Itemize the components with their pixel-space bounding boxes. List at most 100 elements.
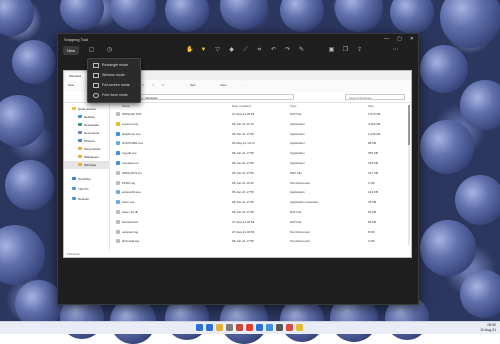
- table-row[interactable]: notepad.exe 05-Jun-21 17:55 Application 194…: [110, 159, 404, 167]
- minimize-button[interactable]: —: [384, 36, 389, 42]
- rectangle-mode-item[interactable]: Rectangle mode: [89, 60, 139, 70]
- table-row[interactable]: setupact.log 27-Sep-21 03:59 Text Document…: [110, 228, 404, 236]
- share-icon[interactable]: ⇪: [152, 83, 155, 87]
- file-date: 05-Jun-21 17:55: [232, 200, 254, 205]
- eraser-icon[interactable]: ◆: [228, 47, 235, 54]
- search-input[interactable]: Search Windows: [345, 94, 405, 100]
- free-form-icon: [93, 93, 99, 98]
- table-row[interactable]: bfsvc.exe 05-Jun-21 17:55 Application exte…: [110, 198, 404, 206]
- close-button[interactable]: ✕: [410, 36, 414, 42]
- nav-item[interactable]: Wallpapers: [64, 153, 109, 161]
- blueberry-image: [110, 0, 156, 30]
- file-type: Application: [290, 161, 305, 165]
- taskbar-app-icon[interactable]: [266, 324, 273, 331]
- view-command[interactable]: View: [220, 83, 226, 87]
- nav-item[interactable]: Documents: [64, 129, 109, 137]
- table-row[interactable]: HVMTHMR.exe 05-May-21 10:14 Application 98 …: [110, 139, 404, 147]
- file-icon: [116, 131, 120, 136]
- table-row[interactable]: splwow64.exe 05-Jun-21 17:55 Application 14…: [110, 188, 404, 196]
- folder-icon: [78, 123, 82, 126]
- new-snip-button[interactable]: New: [63, 46, 79, 55]
- file-date: 05-Jun-21 17:55: [232, 161, 254, 165]
- blueberry-image: [420, 220, 476, 276]
- copy-icon[interactable]: ❐: [342, 47, 349, 54]
- rename-icon[interactable]: ✎: [142, 83, 145, 87]
- file-name: bootstat.dat: [122, 219, 138, 224]
- snipping-toolbar: New ▢ ◷ ✋ ▼ ▽ ◆ ⟋ ⌗ ↶ ↷ ✎ ▣ ❐ ⇪ ⋯: [58, 45, 418, 57]
- nav-item[interactable]: Desktop: [64, 113, 109, 121]
- file-size: 8 KB: [368, 229, 375, 234]
- size-column-header[interactable]: Size: [368, 104, 374, 108]
- taskbar-app-icon[interactable]: [216, 324, 223, 331]
- scrollbar[interactable]: [408, 105, 410, 245]
- more-commands[interactable]: ...: [244, 83, 247, 87]
- taskbar-app-icon[interactable]: [206, 324, 213, 331]
- nav-item[interactable]: Quick access: [64, 105, 109, 113]
- scrollbar-thumb[interactable]: [408, 105, 410, 145]
- rectangle-icon: [93, 63, 99, 68]
- date-column-header[interactable]: Date modified: [232, 104, 251, 108]
- file-type: Application: [290, 190, 305, 195]
- taskbar-app-icon[interactable]: [296, 324, 303, 331]
- taskbar-app-icon[interactable]: [256, 324, 263, 331]
- blueberry-image: [455, 175, 500, 225]
- file-name: regedit.exe: [122, 151, 137, 156]
- delay-timer-icon[interactable]: ◷: [106, 47, 113, 54]
- crop-icon[interactable]: ⌗: [256, 47, 263, 54]
- nav-item[interactable]: Downloads: [64, 121, 109, 129]
- undo-icon[interactable]: ↶: [270, 47, 277, 54]
- type-column-header[interactable]: Type: [290, 104, 297, 108]
- maximize-button[interactable]: ▢: [397, 36, 402, 42]
- snip-mode-icon[interactable]: ▢: [88, 47, 95, 54]
- up-arrow-icon[interactable]: ↑: [84, 93, 86, 97]
- nav-item[interactable]: This PC: [64, 185, 109, 193]
- share-icon[interactable]: ⇪: [356, 47, 363, 54]
- system-tray-clock[interactable]: 08:50 10-Aug-21: [480, 323, 496, 332]
- file-size: 194 KB: [368, 161, 378, 165]
- taskbar-app-icon[interactable]: [246, 324, 253, 331]
- highlighter-icon[interactable]: ▼: [200, 47, 207, 54]
- nav-item[interactable]: Network: [64, 195, 109, 203]
- redo-icon[interactable]: ↷: [284, 47, 291, 54]
- delete-icon[interactable]: ✕: [162, 83, 165, 87]
- save-icon[interactable]: ▣: [328, 47, 335, 54]
- free-form-mode-item[interactable]: Free-form mode: [89, 90, 139, 100]
- table-row[interactable]: twain_32.dll 05-Jun-21 17:55 DAT File 53 KB: [110, 208, 404, 216]
- table-row[interactable]: WMSysPr.DAT 27-Sep-21 03:59 DAT File 1,576 …: [110, 110, 404, 118]
- file-name: DtcInstall.log: [122, 239, 140, 244]
- full-screen-mode-item[interactable]: Full-screen mode: [89, 80, 139, 90]
- table-row[interactable]: bootstat.dat 27-Sep-21 03:59 DAT File 66 KB: [110, 218, 404, 226]
- back-arrow-icon[interactable]: ←: [68, 93, 71, 97]
- nav-item[interactable]: Screenshots: [64, 145, 109, 153]
- taskbar-app-icon[interactable]: [226, 324, 233, 331]
- table-row[interactable]: HelpPane.exe 05-Jun-21 17:55 Application 1,…: [110, 130, 404, 138]
- name-column-header[interactable]: Name: [122, 104, 130, 108]
- window-mode-item[interactable]: Window mode: [89, 70, 139, 80]
- new-command[interactable]: New: [68, 83, 74, 87]
- nav-item[interactable]: OneDrive: [64, 175, 109, 183]
- ballpoint-pen-icon[interactable]: ▽: [214, 47, 221, 54]
- taskbar-app-icon[interactable]: [196, 324, 203, 331]
- nav-item[interactable]: Windows: [64, 161, 109, 169]
- file-icon: [116, 151, 120, 156]
- table-row[interactable]: PFRO.log 06-Jun-21 10:42 Text Document 1 KB: [110, 179, 404, 187]
- nav-item[interactable]: Pictures: [64, 137, 109, 145]
- navigation-pane: Quick access Desktop Downloads Documents Pic…: [64, 103, 110, 251]
- nav-item-label: Quick access: [78, 107, 96, 111]
- file-size: 355 KB: [368, 151, 378, 156]
- file-icon: [116, 239, 120, 244]
- file-date: 05-May-21 10:14: [232, 141, 255, 146]
- taskbar-app-icon[interactable]: [236, 324, 243, 331]
- table-row[interactable]: DtcInstall.log 05-Jun-21 17:55 Text Docume…: [110, 237, 404, 245]
- more-options-icon[interactable]: ⋯: [392, 47, 399, 54]
- table-row[interactable]: regedit.exe 05-Jun-21 17:55 Application 355…: [110, 149, 404, 157]
- pen-icon[interactable]: ✎: [298, 47, 305, 54]
- touch-writing-icon[interactable]: ✋: [186, 47, 193, 54]
- ruler-icon[interactable]: ⟋: [242, 47, 249, 54]
- taskbar-app-icon[interactable]: [276, 324, 283, 331]
- table-row[interactable]: WMSysPr9.prx 05-Jun-21 17:55 PRX File 317 K…: [110, 169, 404, 177]
- taskbar-app-icon[interactable]: [286, 324, 293, 331]
- forward-arrow-icon[interactable]: →: [76, 93, 79, 97]
- table-row[interactable]: explorer.exe 09-Jun-21 22:16 Application 4,…: [110, 120, 404, 128]
- sort-command[interactable]: Sort: [190, 83, 196, 87]
